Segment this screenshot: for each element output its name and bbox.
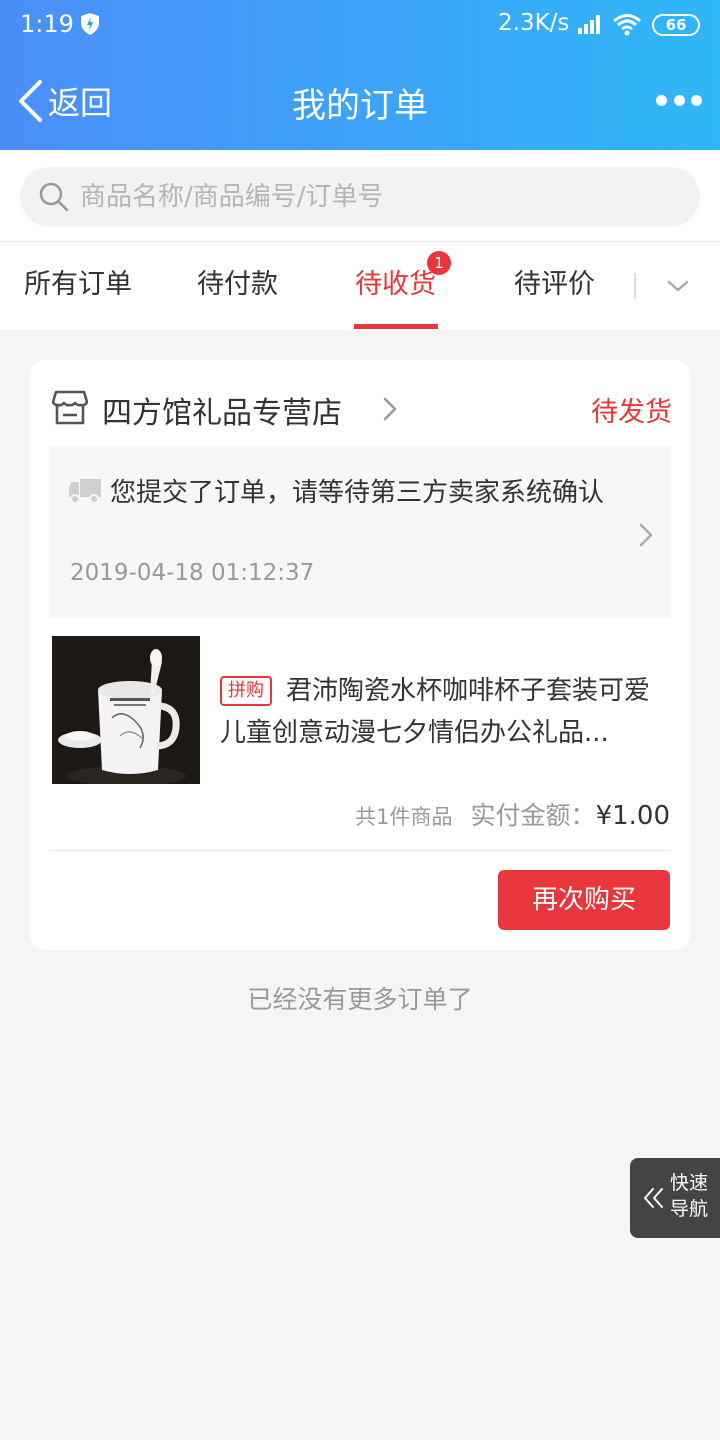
card-divider (50, 850, 670, 851)
battery-indicator: 66 (652, 14, 700, 36)
app-header: 1:19 2.3K/s 66 返回 我的订单 (0, 0, 720, 150)
amount-value: ¥1.00 (595, 801, 670, 831)
active-tab-indicator (354, 324, 438, 329)
tab-divider (634, 273, 636, 299)
signal-icon (578, 15, 600, 34)
dot-icon (691, 94, 702, 106)
dot-icon (656, 94, 667, 106)
chevron-right-icon (639, 523, 653, 547)
wifi-icon (613, 14, 641, 36)
mug-illustration (52, 636, 200, 784)
notice-timestamp: 2019-04-18 01:12:37 (70, 560, 315, 586)
order-card: 四方馆礼品专营店 待发货 您提交了订单，请等待第三方卖家系统确认 2019-04… (30, 360, 690, 950)
product-item[interactable]: 拼购 君沛陶瓷水杯咖啡杯子套装可爱儿童创意动漫七夕情侣办公礼品... (52, 636, 672, 786)
order-notice[interactable]: 您提交了订单，请等待第三方卖家系统确认 2019-04-18 01:12:37 (50, 446, 670, 618)
tab-badge: 1 (427, 251, 451, 275)
notice-text: 您提交了订单，请等待第三方卖家系统确认 (110, 478, 605, 508)
search-box[interactable] (20, 167, 700, 227)
search-icon (39, 182, 69, 212)
search-area (0, 150, 720, 242)
order-tabs: 所有订单 待付款 待收货 1 待评价 (0, 242, 720, 330)
status-time: 1:19 (20, 10, 74, 38)
quick-nav-label: 快速导航 (670, 1172, 709, 1220)
chevron-down-icon[interactable] (664, 272, 692, 300)
product-image (52, 636, 200, 784)
tab-pending-receipt[interactable]: 待收货 (355, 242, 436, 330)
order-status: 待发货 (591, 397, 672, 428)
network-speed: 2.3K/s (498, 10, 570, 36)
amount-label: 实付金额： (470, 801, 596, 830)
quick-nav-button[interactable]: 快速导航 (630, 1158, 720, 1238)
chevron-right-icon (383, 397, 397, 421)
shop-name[interactable]: 四方馆礼品专营店 (102, 388, 342, 432)
item-count: 共1件商品 (355, 805, 453, 829)
double-chevron-left-icon (644, 1188, 663, 1208)
dot-icon (673, 94, 685, 106)
store-icon (52, 390, 88, 425)
product-title: 君沛陶瓷水杯咖啡杯子套装可爱儿童创意动漫七夕情侣办公礼品... (220, 676, 651, 748)
shop-header: 四方馆礼品专营店 待发货 (52, 388, 672, 431)
tab-all-orders[interactable]: 所有订单 (24, 242, 132, 330)
page-title: 我的订单 (292, 86, 428, 126)
tab-pending-review[interactable]: 待评价 (514, 242, 595, 330)
shield-icon (81, 13, 99, 35)
buy-again-button[interactable]: 再次购买 (498, 870, 670, 930)
tab-pending-payment[interactable]: 待付款 (197, 242, 278, 330)
end-of-list-text: 已经没有更多订单了 (247, 985, 473, 1014)
search-input[interactable] (80, 167, 680, 227)
status-bar: 1:19 2.3K/s 66 (0, 0, 720, 52)
more-options-button[interactable] (656, 92, 702, 108)
order-summary: 共1件商品 实付金额：¥1.00 (52, 796, 670, 832)
